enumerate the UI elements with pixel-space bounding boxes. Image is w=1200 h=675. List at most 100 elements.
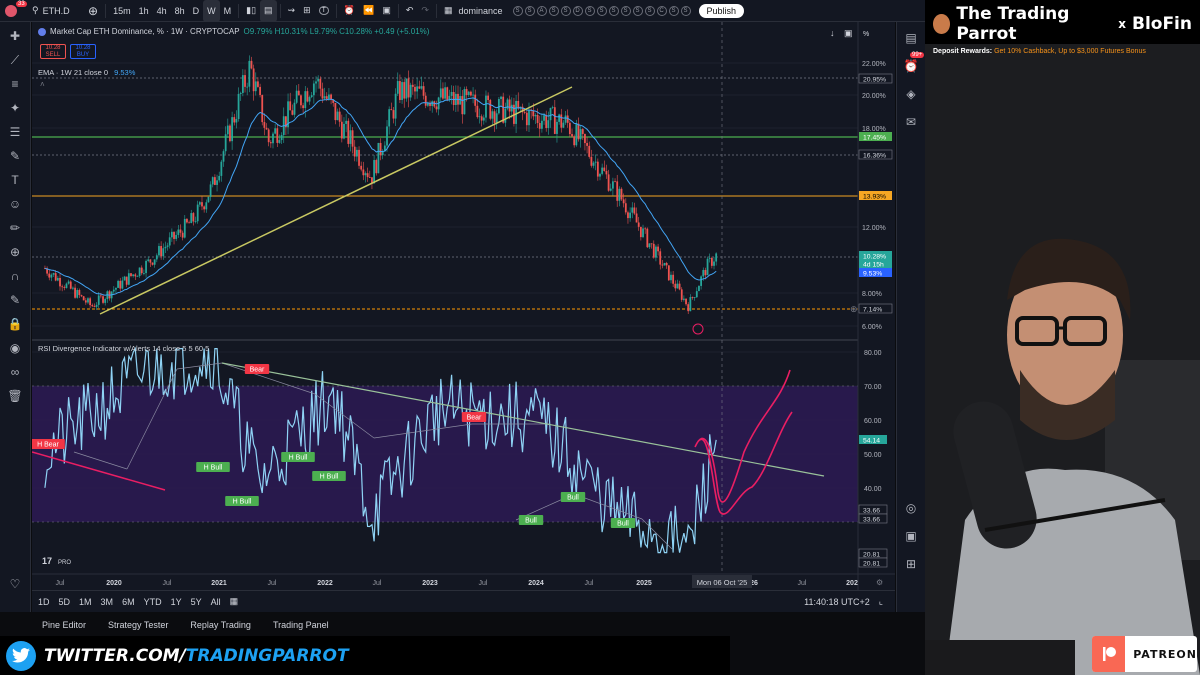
text-button[interactable]: T — [315, 0, 333, 22]
candle — [74, 287, 76, 298]
snapshot-button[interactable]: ▣ — [378, 0, 395, 22]
range-1y[interactable]: 1Y — [171, 597, 182, 607]
apps-icon[interactable]: ⊞ — [902, 556, 920, 572]
buy-button[interactable]: 10.28 BUY — [70, 44, 96, 59]
range-5y[interactable]: 5Y — [191, 597, 202, 607]
candle — [670, 274, 672, 281]
brush-icon[interactable]: ✎ — [6, 148, 24, 164]
watch-alert-icon[interactable]: S — [584, 5, 595, 16]
ruler-icon[interactable]: ✏ — [6, 220, 24, 236]
indicators-button[interactable]: ⇝ — [284, 0, 300, 22]
chart-svg[interactable]: H Bear Bear Bear H Bull H Bull H Bull H Bull Bu… — [31, 22, 895, 590]
range-1d[interactable]: 1D — [38, 597, 50, 607]
watch-alert-icon[interactable]: S — [560, 5, 571, 16]
candle — [170, 231, 173, 238]
range-all[interactable]: All — [211, 597, 221, 607]
chart-type-button[interactable]: ▤ — [260, 0, 277, 22]
eye-icon[interactable]: ◉ — [6, 340, 24, 356]
watch-alert-icon[interactable]: S — [644, 5, 655, 16]
sell-button[interactable]: 10.28 SELL — [40, 44, 66, 59]
interval-w[interactable]: W — [203, 0, 220, 22]
text-tool-icon[interactable]: T — [6, 172, 24, 188]
candle — [132, 274, 135, 277]
interval-4h[interactable]: 4h — [153, 0, 171, 22]
range-ytd[interactable]: YTD — [144, 597, 162, 607]
axis-settings-icon[interactable]: ⚙ — [876, 578, 883, 587]
panel-tab[interactable]: Strategy Tester — [108, 620, 168, 630]
trendline-icon[interactable]: ⟋ — [6, 52, 24, 68]
candle — [91, 305, 94, 307]
undo-button[interactable]: ↶ — [402, 0, 418, 22]
layers-icon[interactable]: ◈ — [902, 86, 920, 102]
layouts-button[interactable]: ⊞ — [299, 0, 315, 22]
clock[interactable]: 11:40:18 UTC+2 — [804, 597, 870, 607]
replay-button[interactable]: ⏪ — [359, 0, 378, 22]
watch-alert-icon[interactable]: S — [524, 5, 535, 16]
rsi-legend[interactable]: RSI Divergence Indicator w/Alerts 14 clo… — [38, 344, 209, 353]
fullscreen-icon[interactable]: ▣ — [844, 28, 853, 38]
collapse-panel-icon[interactable]: ⌞ — [879, 596, 883, 607]
watch-alert-icon[interactable]: S — [680, 5, 691, 16]
panel-tab[interactable]: Trading Panel — [273, 620, 329, 630]
range-3m[interactable]: 3M — [101, 597, 114, 607]
download-icon[interactable]: ↓ — [830, 28, 835, 38]
watch-alert-icon[interactable]: S — [620, 5, 631, 16]
indicator-search-field[interactable]: ▦ dominance — [440, 0, 507, 22]
range-6m[interactable]: 6M — [122, 597, 135, 607]
range-5d[interactable]: 5D — [59, 597, 71, 607]
candle — [121, 280, 124, 289]
watch-alert-icon[interactable]: S — [512, 5, 523, 16]
calendar-icon[interactable]: ▣ — [902, 528, 920, 544]
lock-icon[interactable]: 🔒 — [6, 316, 24, 332]
watchlist-icon[interactable]: ▤ — [902, 30, 920, 46]
grid-icon: ⊞ — [303, 5, 311, 15]
pitchfork-icon[interactable]: ✦ — [6, 100, 24, 116]
ema-legend[interactable]: EMA · 1W 21 close 0 9.53% — [38, 68, 135, 77]
symbol-search[interactable]: ⚲ ETH.D — [28, 0, 84, 22]
watch-alert-icon[interactable]: C — [656, 5, 667, 16]
watch-alert-icon[interactable]: S — [608, 5, 619, 16]
candle — [489, 100, 492, 119]
interval-8h[interactable]: 8h — [171, 0, 189, 22]
panel-tab[interactable]: Pine Editor — [42, 620, 86, 630]
magnet-icon[interactable]: ∩ — [6, 268, 24, 284]
interval-15m[interactable]: 15m — [109, 0, 135, 22]
watch-alert-icon[interactable]: S — [596, 5, 607, 16]
watch-alert-icon[interactable]: D — [572, 5, 583, 16]
divergence-label: Bear — [467, 415, 482, 422]
add-alert-icon[interactable]: ⊕ — [850, 304, 858, 314]
watch-alert-icon[interactable]: S — [632, 5, 643, 16]
watch-alert-icon[interactable]: S — [548, 5, 559, 16]
twitter-handle[interactable]: TWITTER.COM/TRADINGPARROT — [44, 646, 349, 666]
target-icon[interactable]: ◎ — [902, 500, 920, 516]
fib-icon[interactable]: ☰ — [6, 124, 24, 140]
collapse-legend-icon[interactable]: ˄ — [40, 80, 45, 89]
range-1m[interactable]: 1M — [79, 597, 92, 607]
alerts-icon[interactable]: ⏰ 99+ — [902, 52, 925, 74]
stay-drawing-icon[interactable]: ✎ — [6, 292, 24, 308]
chart-area[interactable]: H Bear Bear Bear H Bull H Bull H Bull H Bull Bu… — [31, 22, 895, 590]
candle — [300, 95, 302, 106]
chat-icon[interactable]: ✉ — [902, 114, 920, 130]
bar-style-button[interactable]: ▮▯ — [242, 0, 260, 22]
menu-button[interactable]: 33 — [0, 0, 28, 22]
interval-m[interactable]: M — [220, 0, 236, 22]
compare-button[interactable]: ⊕ — [84, 0, 102, 22]
panel-tab[interactable]: Replay Trading — [190, 620, 251, 630]
horizontal-lines-icon[interactable]: ≡ — [6, 76, 24, 92]
alert-button[interactable]: ⏰ — [340, 0, 359, 22]
emoji-icon[interactable]: ☺ — [6, 196, 24, 212]
zoom-in-icon[interactable]: ⊕ — [6, 244, 24, 260]
patreon-badge[interactable]: PATREON — [1092, 636, 1197, 672]
object-tree-icon[interactable]: ♡ — [6, 576, 24, 592]
publish-button[interactable]: Publish — [698, 3, 745, 18]
goto-date-icon[interactable]: ▦ — [230, 596, 239, 607]
watch-alert-icon[interactable]: A — [536, 5, 547, 16]
link-icon[interactable]: ∞ — [6, 364, 24, 380]
interval-d[interactable]: D — [189, 0, 204, 22]
cursor-icon[interactable]: ✚ — [6, 28, 24, 44]
interval-1h[interactable]: 1h — [135, 0, 153, 22]
trash-icon[interactable]: 🗑 — [6, 388, 24, 404]
watch-alert-icon[interactable]: S — [668, 5, 679, 16]
redo-button[interactable]: ↷ — [417, 0, 433, 22]
